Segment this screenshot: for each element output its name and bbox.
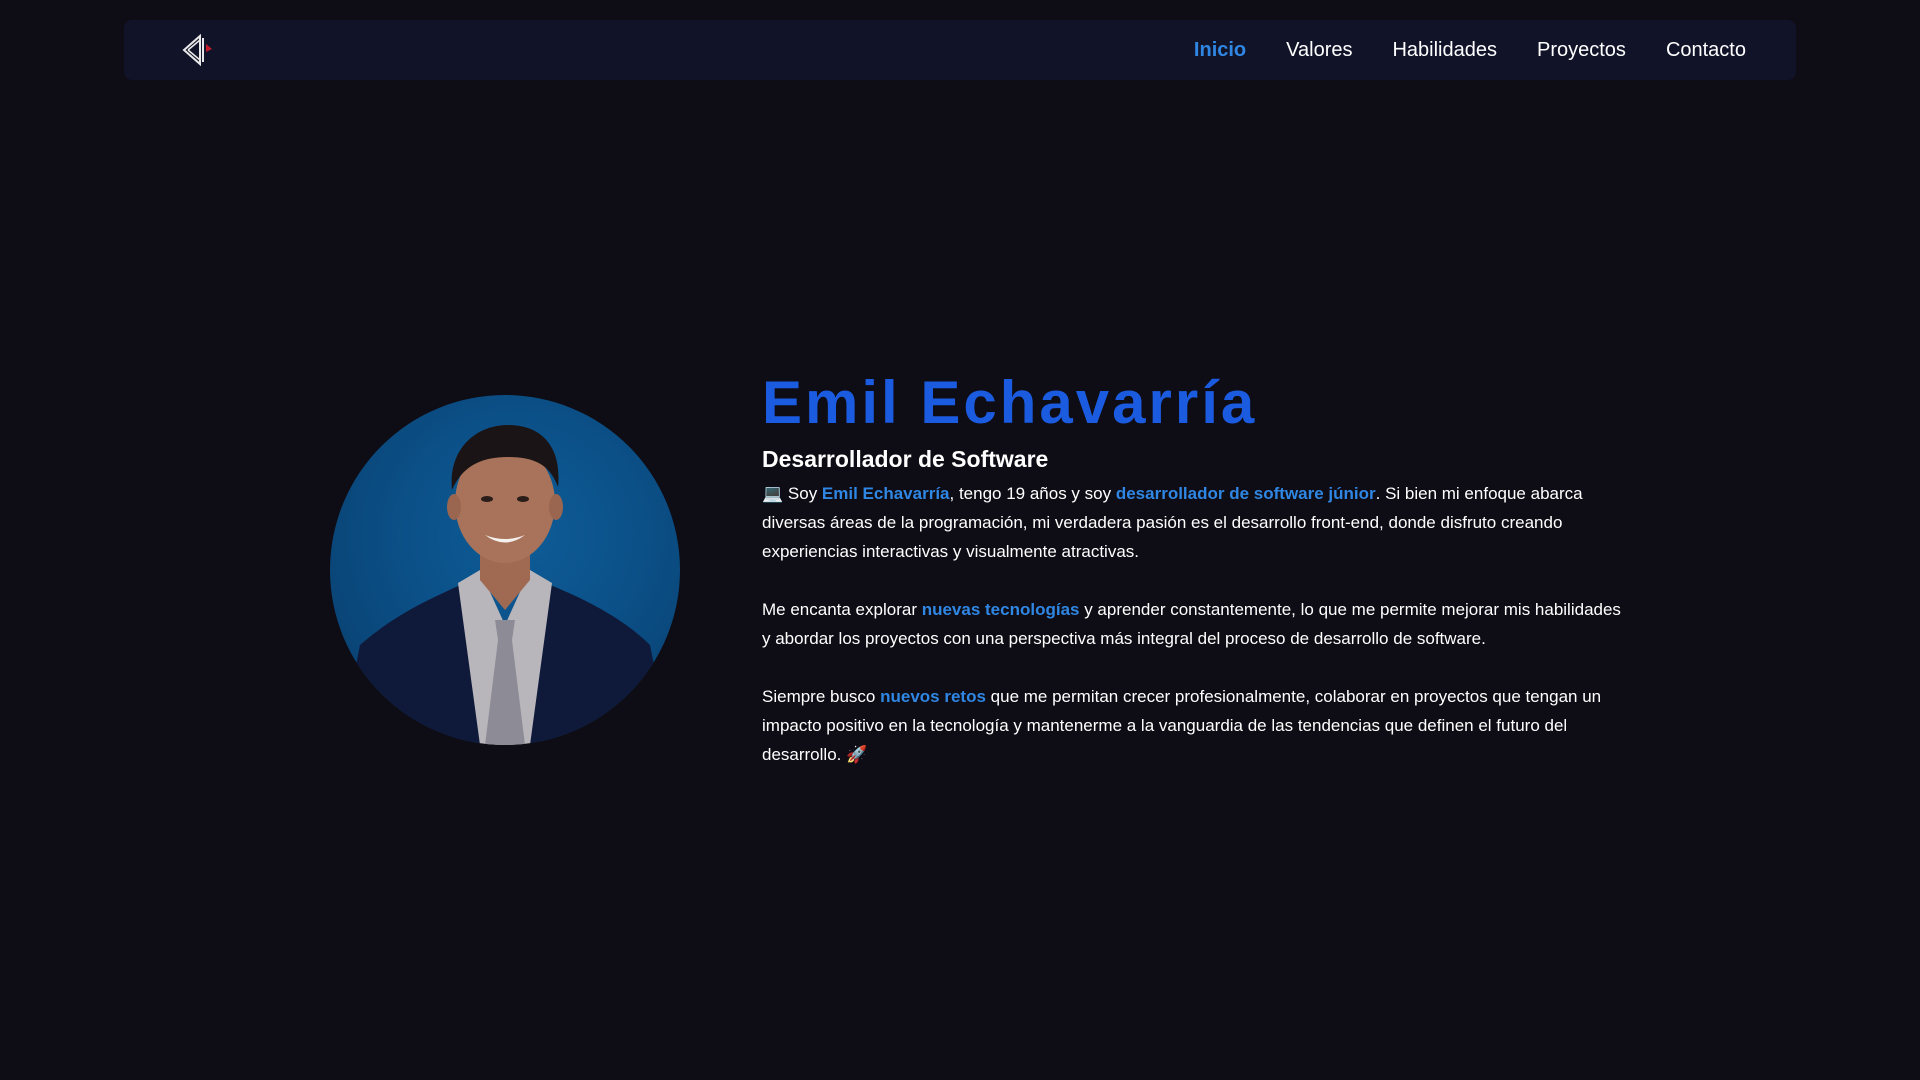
nav-link-habilidades[interactable]: Habilidades (1392, 39, 1497, 62)
nav-link-proyectos[interactable]: Proyectos (1537, 39, 1626, 62)
navbar: Inicio Valores Habilidades Proyectos Con… (124, 20, 1796, 80)
nav-links: Inicio Valores Habilidades Proyectos Con… (1194, 39, 1746, 62)
page-title: Emil Echavarría (762, 369, 1258, 436)
nav-link-inicio[interactable]: Inicio (1194, 39, 1246, 62)
nav-link-contacto[interactable]: Contacto (1666, 39, 1746, 62)
subtitle-role: Desarrollador de Software (762, 446, 1049, 472)
nav-link-valores[interactable]: Valores (1286, 39, 1352, 62)
profile-photo (330, 395, 680, 745)
text-segment: Soy (783, 484, 822, 503)
intro-paragraph-2: Me encanta explorar nuevas tecnologías y… (762, 595, 1632, 653)
text-segment: Me encanta explorar (762, 600, 922, 619)
triangle-logo-icon[interactable] (174, 28, 218, 72)
highlight-role: desarrollador de software júnior (1115, 484, 1376, 503)
highlight-name: Emil Echavarría (821, 484, 950, 503)
highlight-challenges: nuevos retos (880, 687, 986, 706)
intro-section: Emil Echavarría Desarrollador de Softwar… (762, 368, 1632, 798)
text-segment: , tengo 19 años y soy (949, 484, 1116, 503)
intro-paragraph-1: 💻 Soy Emil Echavarría, tengo 19 años y s… (762, 479, 1632, 566)
laptop-emoji-icon: 💻 (762, 484, 784, 503)
text-segment: Siempre busco (762, 687, 881, 706)
highlight-technologies: nuevas tecnologías (921, 600, 1080, 619)
rocket-emoji-icon: 🚀 (846, 745, 868, 764)
intro-paragraph-3: Siempre busco nuevos retos que me permit… (762, 682, 1632, 769)
